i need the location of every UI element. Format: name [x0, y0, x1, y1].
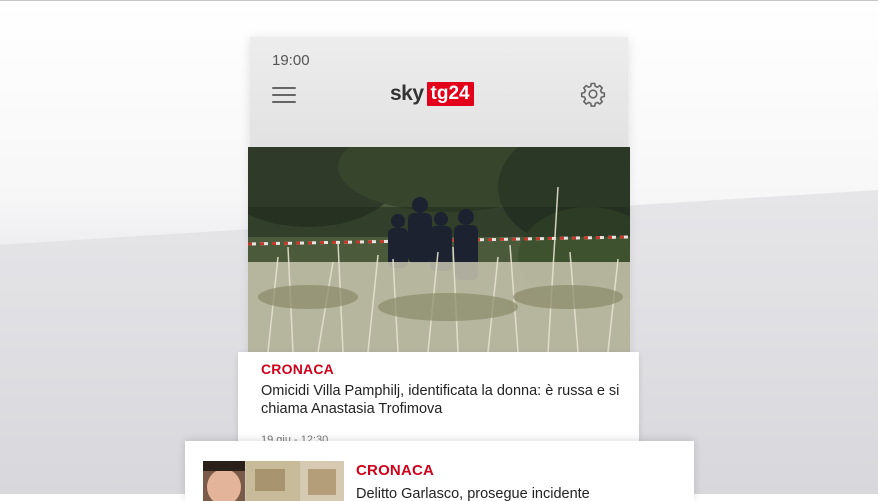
article-card-main[interactable]: CRONACA Omicidi Villa Pamphilj, identifi…: [238, 352, 639, 442]
top-divider: [0, 0, 878, 1]
hero-news-image[interactable]: [248, 147, 630, 352]
app-header: 19:00 sky tg24: [250, 37, 628, 147]
hamburger-menu-icon[interactable]: [272, 87, 296, 103]
logo-tg24-text: tg24: [426, 82, 474, 106]
article-category: CRONACA: [261, 361, 334, 377]
article-headline[interactable]: Delitto Garlasco, prosegue incidente: [356, 485, 666, 501]
logo-sky-text: sky: [390, 82, 424, 105]
article-category: CRONACA: [356, 462, 435, 479]
gear-icon[interactable]: [580, 81, 606, 107]
article-headline[interactable]: Omicidi Villa Pamphilj, identificata la …: [261, 382, 631, 418]
article-thumbnail[interactable]: [203, 461, 344, 501]
article-card-secondary[interactable]: CRONACA Delitto Garlasco, prosegue incid…: [185, 441, 694, 501]
sky-tg24-logo[interactable]: sky tg24: [390, 81, 474, 107]
status-time: 19:00: [272, 52, 310, 69]
